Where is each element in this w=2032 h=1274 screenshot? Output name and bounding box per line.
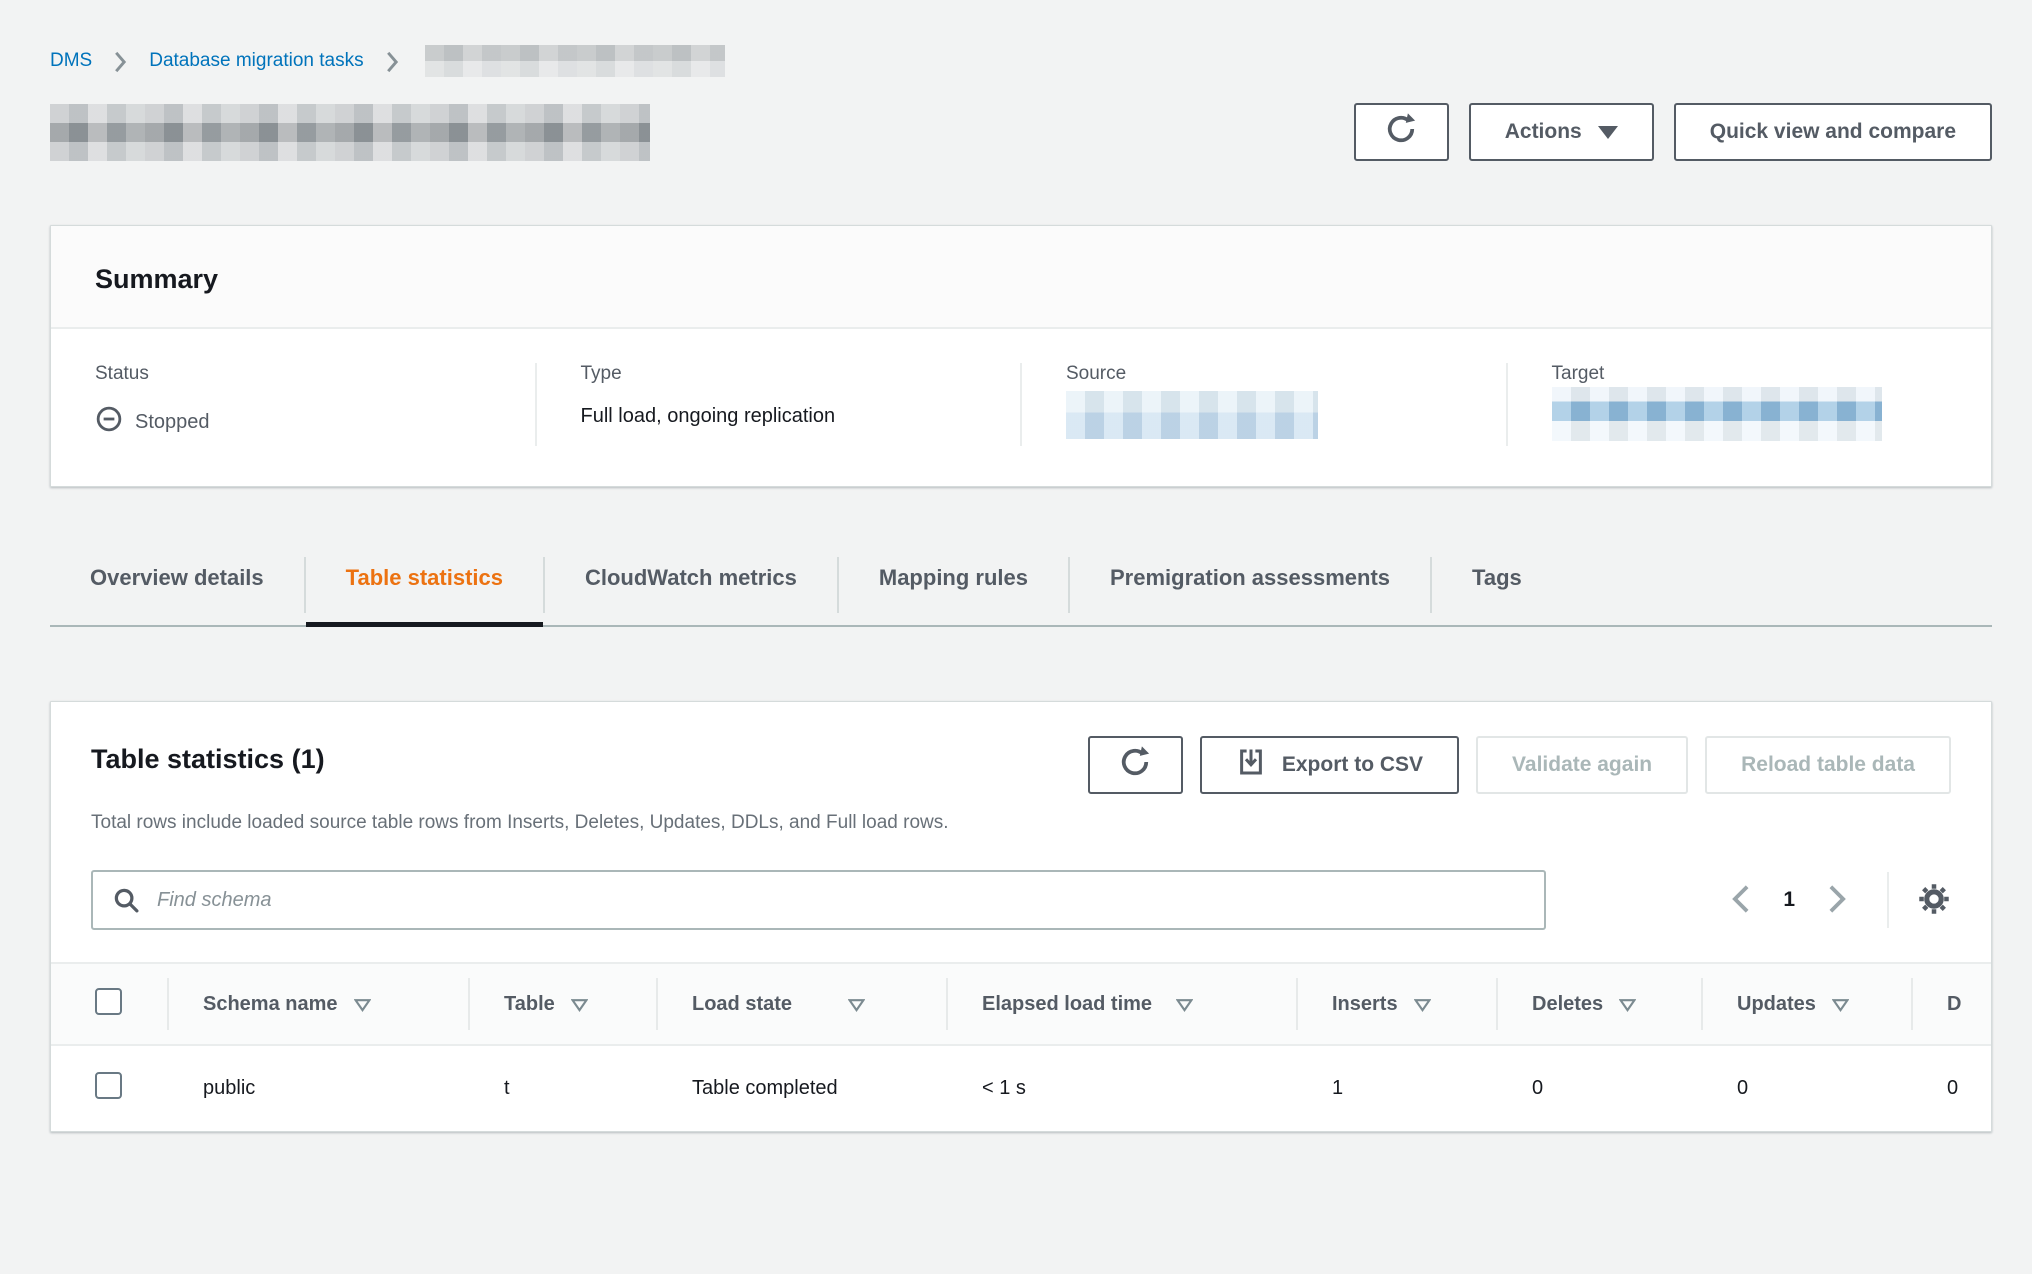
cell-schema-name: public <box>167 1045 468 1131</box>
select-all-checkbox[interactable] <box>95 988 122 1015</box>
summary-panel-header: Summary <box>51 226 1991 329</box>
reload-table-data-button[interactable]: Reload table data <box>1705 736 1951 794</box>
find-schema-input[interactable] <box>91 870 1546 930</box>
refresh-icon <box>1117 744 1153 786</box>
actions-menu-button[interactable]: Actions <box>1469 103 1654 161</box>
tab-premigration-assessments[interactable]: Premigration assessments <box>1070 553 1430 625</box>
row-checkbox[interactable] <box>95 1072 122 1099</box>
chevron-left-icon <box>1731 884 1751 917</box>
page-header: Actions Quick view and compare <box>50 103 1992 161</box>
preferences-button[interactable] <box>1917 882 1951 919</box>
summary-field-source: Source <box>1020 363 1506 446</box>
stopped-icon <box>95 405 123 439</box>
source-endpoint-redacted[interactable] <box>1066 391 1318 439</box>
download-icon <box>1236 747 1266 783</box>
tab-mapping-rules[interactable]: Mapping rules <box>839 553 1068 625</box>
sort-icon[interactable] <box>848 998 865 1012</box>
tab-bar: Overview details Table statistics CloudW… <box>50 553 1992 627</box>
toolbar-divider <box>1887 872 1889 928</box>
summary-field-target: Target <box>1506 363 1992 446</box>
current-page-number: 1 <box>1783 888 1795 912</box>
table-statistics-title: Table statistics (1) <box>91 736 325 775</box>
tab-cloudwatch-metrics[interactable]: CloudWatch metrics <box>545 553 837 625</box>
cell-inserts: 1 <box>1296 1045 1496 1131</box>
schema-search <box>91 870 1546 930</box>
summary-field-status: Status Stopped <box>51 363 535 446</box>
column-header-elapsed-load-time[interactable]: Elapsed load time <box>982 993 1152 1016</box>
summary-field-type: Type Full load, ongoing replication <box>535 363 1021 446</box>
previous-page-button[interactable] <box>1725 884 1757 917</box>
target-endpoint-redacted[interactable] <box>1552 387 1882 441</box>
table-statistics-panel: Table statistics (1) <box>50 701 1992 1132</box>
breadcrumb-link-migration-tasks[interactable]: Database migration tasks <box>149 50 363 72</box>
table-toolbar: 1 <box>51 870 1991 930</box>
chevron-right-icon <box>386 51 399 73</box>
summary-title: Summary <box>95 264 1947 295</box>
cell-table: t <box>468 1045 656 1131</box>
column-header-updates[interactable]: Updates <box>1737 993 1816 1016</box>
pagination: 1 <box>1725 872 1951 928</box>
cell-ddls-clipped: 0 <box>1911 1045 1991 1131</box>
column-header-load-state[interactable]: Load state <box>692 993 792 1016</box>
refresh-icon <box>1383 111 1419 153</box>
breadcrumb-link-dms[interactable]: DMS <box>50 50 92 72</box>
table-statistics-header: Table statistics (1) <box>51 736 1991 794</box>
task-name-redacted <box>50 104 650 161</box>
table-statistics-actions: Export to CSV Validate again Reload tabl… <box>1088 736 1951 794</box>
table-statistics-description: Total rows include loaded source table r… <box>51 812 1991 834</box>
sort-icon[interactable] <box>571 998 588 1012</box>
breadcrumb: DMS Database migration tasks <box>50 45 1992 77</box>
field-label: Source <box>1066 363 1486 385</box>
sort-icon[interactable] <box>1832 998 1849 1012</box>
sort-icon[interactable] <box>1176 998 1193 1012</box>
field-label: Target <box>1552 363 1972 385</box>
chevron-right-icon <box>114 51 127 73</box>
summary-grid: Status Stopped Type Full load, ongoing r… <box>51 329 1991 486</box>
status-text: Stopped <box>135 411 210 434</box>
column-header-ddls-clipped[interactable]: D <box>1947 993 1961 1016</box>
sort-icon[interactable] <box>1414 998 1431 1012</box>
tab-tags[interactable]: Tags <box>1432 553 1562 625</box>
sort-icon[interactable] <box>1619 998 1636 1012</box>
tab-table-statistics[interactable]: Table statistics <box>306 553 543 625</box>
type-value: Full load, ongoing replication <box>581 405 1001 428</box>
summary-panel: Summary Status Stopped Type Full load, o… <box>50 225 1992 487</box>
search-icon <box>111 885 141 920</box>
gear-icon <box>1917 882 1951 919</box>
breadcrumb-current-redacted <box>425 45 725 77</box>
actions-menu-label: Actions <box>1505 120 1582 144</box>
export-csv-label: Export to CSV <box>1282 753 1423 777</box>
chevron-right-icon <box>1827 884 1847 917</box>
dms-task-detail-page: DMS Database migration tasks Actions <box>0 0 2032 1274</box>
validate-again-button[interactable]: Validate again <box>1476 736 1688 794</box>
field-label: Status <box>95 363 515 385</box>
table-refresh-button[interactable] <box>1088 736 1183 794</box>
sort-icon[interactable] <box>354 998 371 1012</box>
field-label: Type <box>581 363 1001 385</box>
next-page-button[interactable] <box>1821 884 1853 917</box>
table-header-row: Schema name Table Load state Elapsed loa… <box>51 963 1991 1045</box>
export-csv-button[interactable]: Export to CSV <box>1200 736 1459 794</box>
status-value: Stopped <box>95 405 515 439</box>
cell-deletes: 0 <box>1496 1045 1701 1131</box>
quick-view-compare-button[interactable]: Quick view and compare <box>1674 103 1992 161</box>
table-statistics-table: Schema name Table Load state Elapsed loa… <box>51 962 1991 1131</box>
cell-updates: 0 <box>1701 1045 1911 1131</box>
tab-overview-details[interactable]: Overview details <box>50 553 304 625</box>
header-actions: Actions Quick view and compare <box>1354 103 1992 161</box>
caret-down-icon <box>1598 126 1618 139</box>
table-row[interactable]: public t Table completed < 1 s 1 0 0 0 <box>51 1045 1991 1131</box>
column-header-inserts[interactable]: Inserts <box>1332 993 1398 1016</box>
column-header-schema-name[interactable]: Schema name <box>203 993 338 1016</box>
column-header-deletes[interactable]: Deletes <box>1532 993 1603 1016</box>
column-header-table[interactable]: Table <box>504 993 555 1016</box>
cell-elapsed-load-time: < 1 s <box>946 1045 1296 1131</box>
cell-load-state: Table completed <box>656 1045 946 1131</box>
refresh-button[interactable] <box>1354 103 1449 161</box>
